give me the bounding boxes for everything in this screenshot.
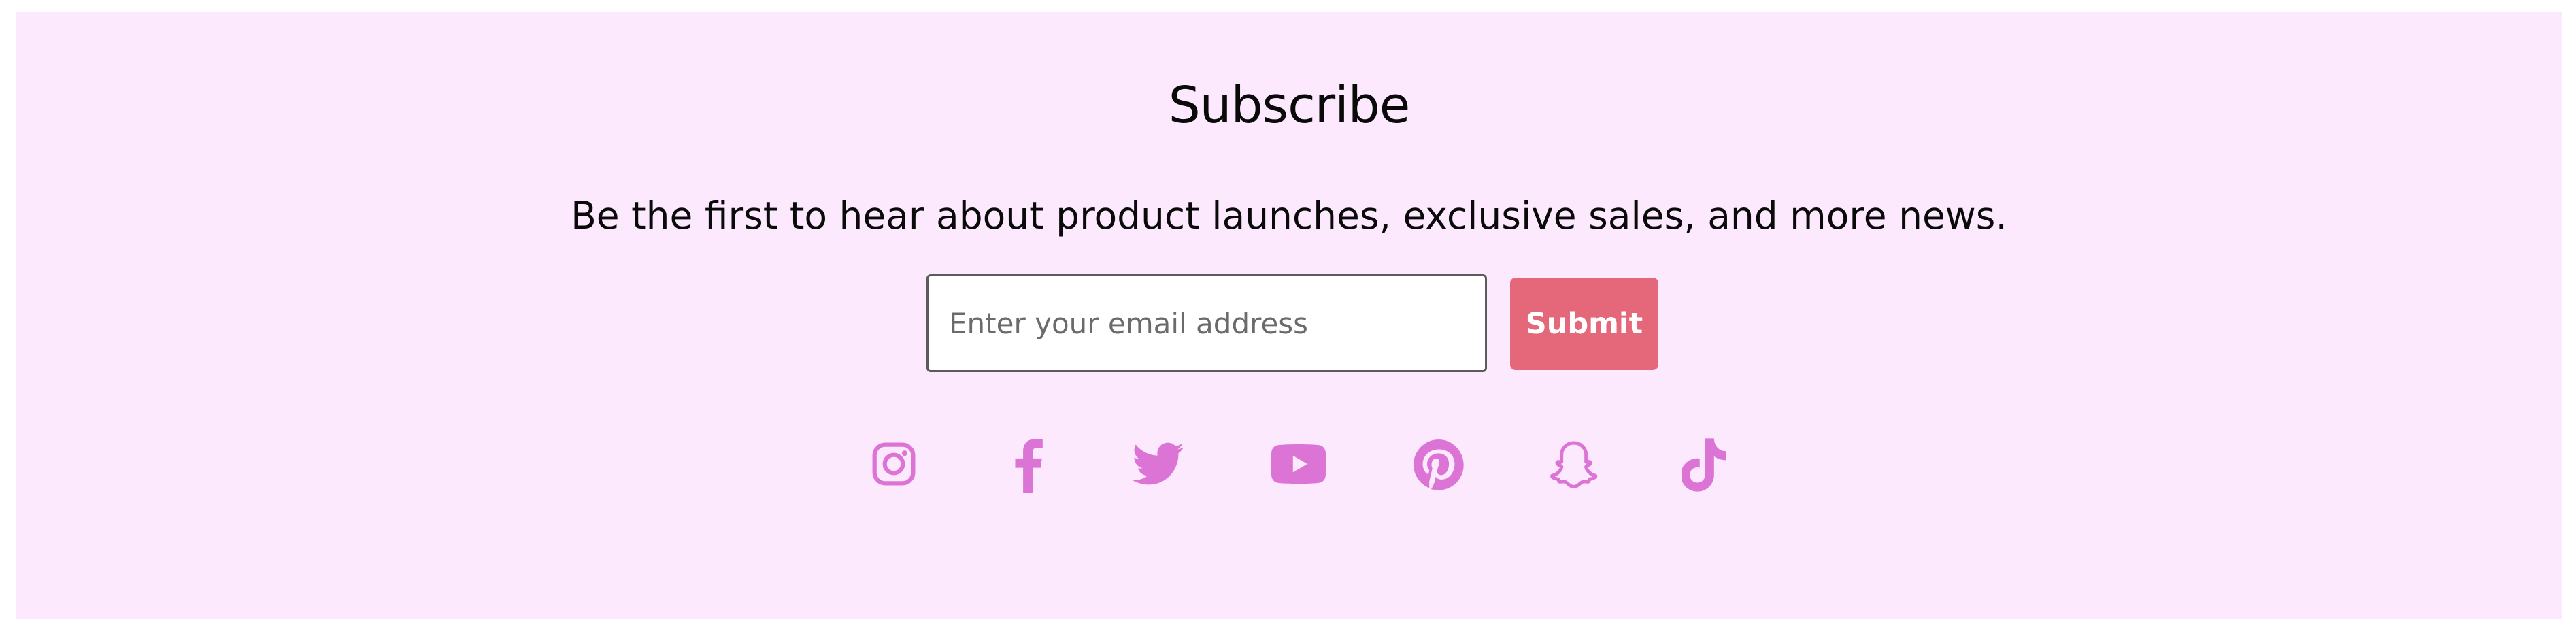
twitter-icon — [1132, 442, 1184, 486]
subscribe-title: Subscribe — [1168, 76, 1411, 135]
snapchat-icon — [1548, 439, 1600, 491]
instagram-icon — [871, 441, 917, 487]
social-links — [16, 435, 2562, 503]
instagram-link[interactable] — [871, 441, 917, 487]
facebook-link[interactable] — [1012, 438, 1043, 493]
twitter-link[interactable] — [1132, 442, 1184, 486]
tiktok-icon — [1682, 438, 1726, 493]
subscribe-section: Subscribe Be the first to hear about pro… — [16, 12, 2562, 619]
pinterest-icon — [1414, 439, 1464, 490]
page: Subscribe Be the first to hear about pro… — [0, 0, 2576, 632]
submit-button[interactable]: Submit — [1510, 278, 1658, 370]
facebook-icon — [1012, 438, 1043, 493]
email-input[interactable] — [926, 274, 1487, 372]
tiktok-link[interactable] — [1682, 438, 1726, 493]
snapchat-link[interactable] — [1548, 439, 1600, 491]
youtube-link[interactable] — [1271, 444, 1326, 484]
subscribe-description: Be the first to hear about product launc… — [571, 194, 2007, 237]
pinterest-link[interactable] — [1414, 439, 1464, 490]
youtube-icon — [1271, 444, 1326, 484]
